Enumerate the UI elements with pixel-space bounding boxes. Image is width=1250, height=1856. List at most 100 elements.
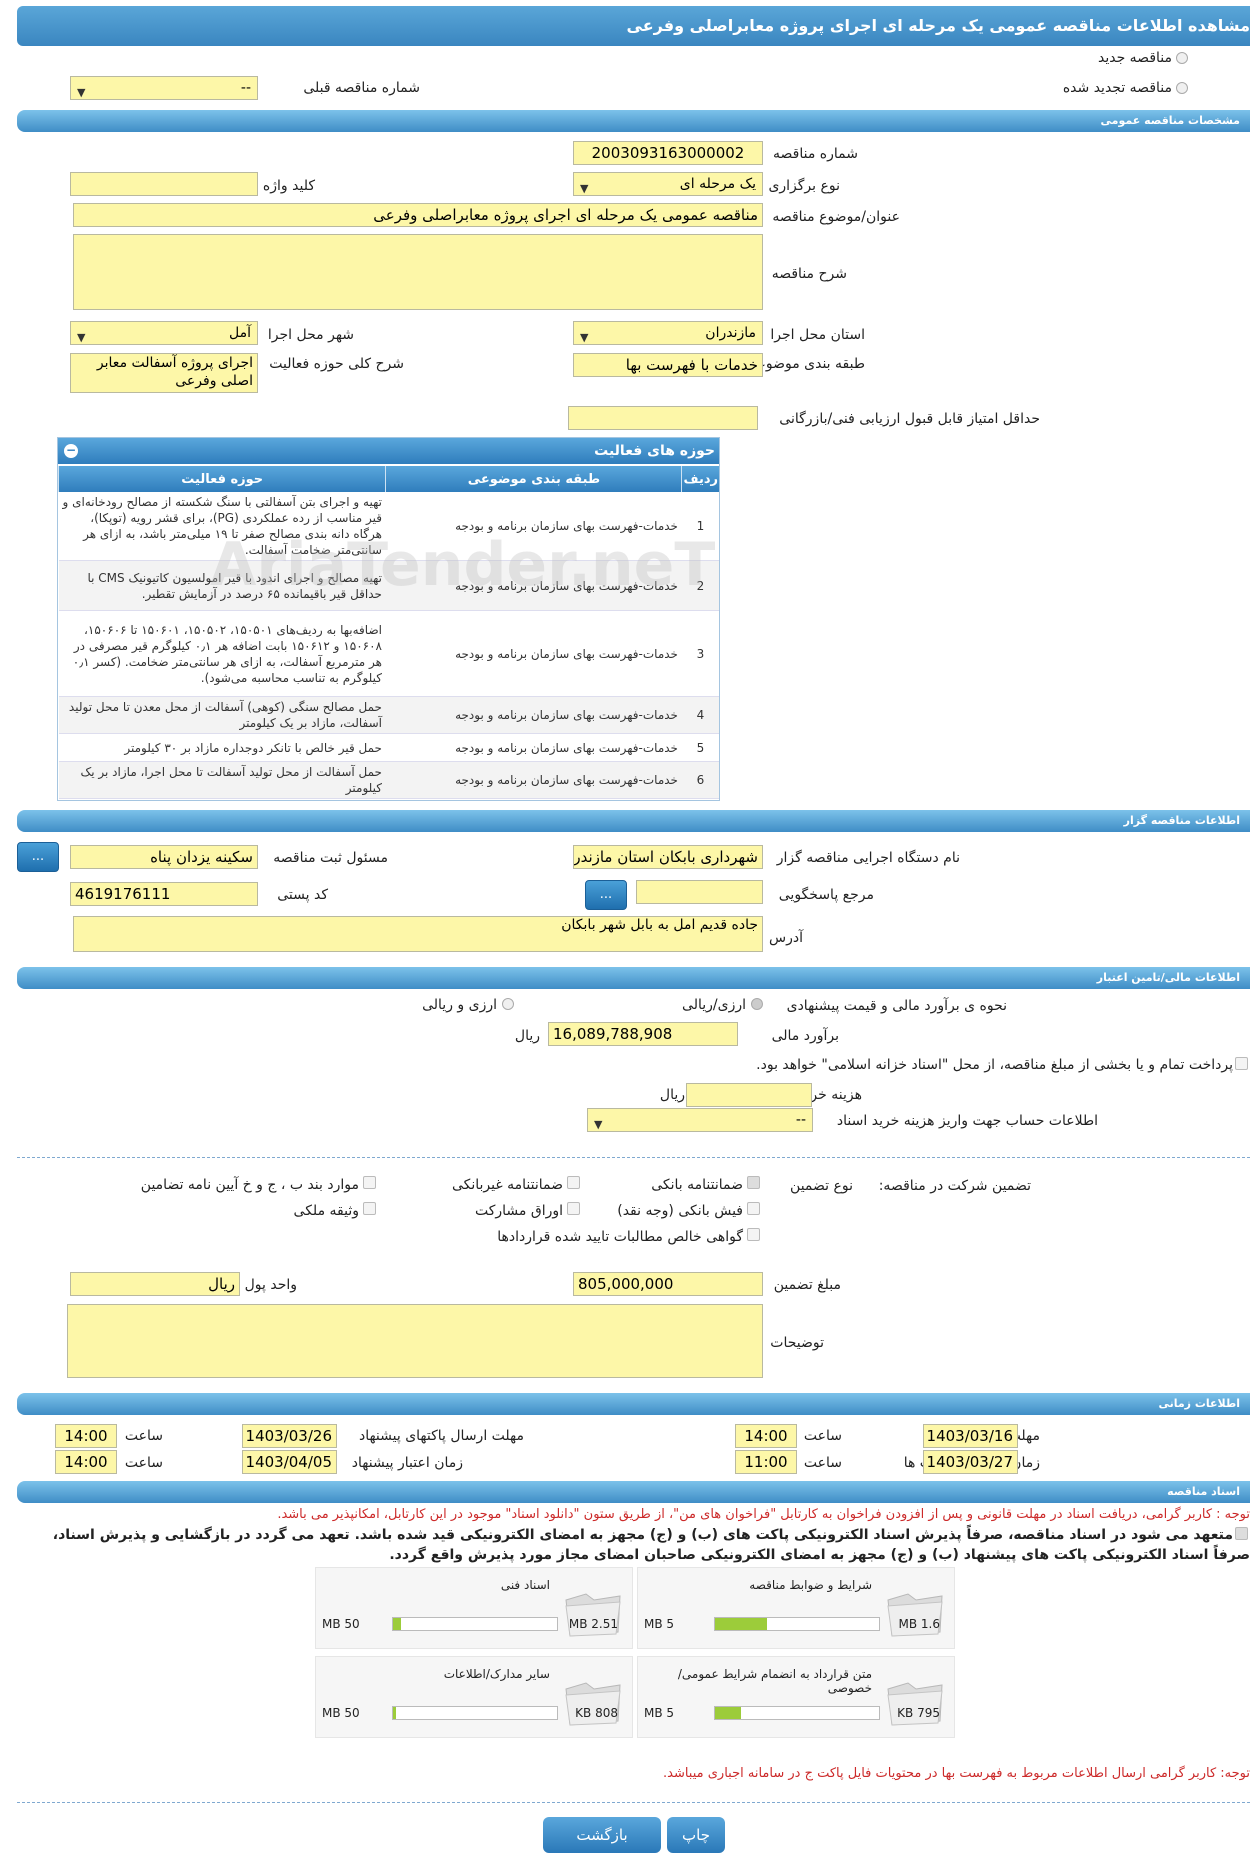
divider — [17, 1157, 1250, 1158]
min-score-field — [568, 406, 758, 430]
file-size: 1.6 MB — [898, 1617, 940, 1631]
account-label: اطلاعات حساب جهت واریز هزینه خرید اسناد — [836, 1113, 1098, 1129]
table-row: 4 خدمات-فهرست بهای سازمان برنامه و بودجه… — [58, 696, 719, 734]
treasury-checkbox[interactable] — [1235, 1057, 1248, 1070]
print-button[interactable]: چاپ — [667, 1817, 725, 1853]
collapse-icon[interactable]: − — [64, 444, 78, 458]
chevron-down-icon: ▼ — [580, 182, 589, 195]
notes-label: توضیحات — [770, 1335, 824, 1351]
file-size: 2.51 MB — [568, 1617, 618, 1631]
file-progress-bar — [714, 1706, 880, 1720]
table-row: 3 خدمات-فهرست بهای سازمان برنامه و بودجه… — [58, 610, 719, 697]
file-max: 5 MB — [644, 1617, 675, 1631]
file-box[interactable]: اسناد فنی 2.51 MB 50 MB — [315, 1567, 633, 1649]
table-row: 6 خدمات-فهرست بهای سازمان برنامه و بودجه… — [58, 761, 719, 799]
file-progress-fill — [393, 1707, 396, 1719]
chevron-down-icon: ▼ — [77, 331, 86, 344]
guarantee-label: تضمین شرکت در مناقصه: — [878, 1178, 1031, 1194]
table-row: 5 خدمات-فهرست بهای سازمان برنامه و بودجه… — [58, 733, 719, 762]
city-select[interactable]: آمل ▼ — [70, 321, 258, 345]
back-button[interactable]: بازگشت — [543, 1817, 661, 1853]
estimate-label: برآورد مالی — [771, 1028, 839, 1044]
type-label: نوع برگزاری — [768, 178, 840, 194]
reference-field — [636, 880, 763, 904]
chevron-down-icon: ▼ — [580, 331, 589, 344]
valid-time-field: 14:00 — [55, 1450, 117, 1474]
type-select[interactable]: یک مرحله ای ▼ — [573, 172, 763, 196]
file-size: 795 KB — [897, 1706, 940, 1720]
opt-clauses-checkbox[interactable] — [363, 1176, 376, 1189]
opt-both-radio[interactable] — [502, 998, 514, 1010]
registrar-lookup-button[interactable]: ... — [17, 842, 59, 872]
file-box[interactable]: متن قرارداد به انضمام شرایط عمومی/خصوصی … — [637, 1656, 955, 1738]
opt-bank-guarantee-checkbox[interactable] — [747, 1176, 760, 1189]
renewed-tender-radio[interactable] — [1176, 82, 1188, 94]
file-size: 808 KB — [575, 1706, 618, 1720]
address-label: آدرس — [769, 930, 803, 946]
file-title: اسناد فنی — [500, 1578, 550, 1592]
subject-label: عنوان/موضوع مناقصه — [772, 209, 900, 225]
tender-number-field: 2003093163000002 — [573, 141, 763, 165]
submit-label: مهلت ارسال پاکتهای پیشنهاد — [358, 1428, 524, 1444]
activities-panel-header: حوزه های فعالیت − — [58, 438, 719, 464]
page-title: مشاهده اطلاعات مناقصه عمومی یک مرحله ای … — [17, 6, 1250, 46]
keyword-field[interactable] — [70, 172, 258, 196]
file-progress-fill — [715, 1618, 767, 1630]
opt-bonds-checkbox[interactable] — [567, 1202, 580, 1215]
valid-label: زمان اعتبار پیشنهاد — [351, 1455, 463, 1471]
opt-rial-radio[interactable] — [751, 998, 763, 1010]
valid-date-field: 1403/04/05 — [242, 1450, 337, 1474]
chevron-down-icon: ▼ — [594, 1118, 603, 1131]
opt-nonbank-guarantee-checkbox[interactable] — [567, 1176, 580, 1189]
doc-fee-field — [686, 1083, 812, 1107]
guarantee-type-label: نوع تضمین — [790, 1178, 853, 1194]
province-select[interactable]: مازندران ▼ — [573, 321, 763, 345]
account-select[interactable]: -- ▼ — [587, 1108, 813, 1132]
previous-tender-select[interactable]: -- ▼ — [70, 76, 258, 100]
opt-claims-checkbox[interactable] — [747, 1228, 760, 1241]
opt-both-label: ارزی و ریالی — [422, 997, 497, 1013]
address-textarea[interactable]: جاده قدیم امل به بابل شهر بابکان — [73, 916, 763, 952]
col-header-activity: حوزه فعالیت — [57, 466, 386, 492]
section-organizer: اطلاعات مناقصه گزار — [17, 810, 1250, 832]
agency-label: نام دستگاه اجرایی مناقصه گزار — [776, 850, 960, 866]
opt-bank-guarantee-label: ضمانتنامه بانکی — [651, 1177, 743, 1193]
activity-desc-textarea[interactable]: اجرای پروژه آسفالت معابر اصلی وفرعی — [70, 353, 258, 393]
renewed-tender-label: مناقصه تجدید شده — [1062, 80, 1172, 96]
file-progress-bar — [392, 1617, 558, 1631]
opt-cash-checkbox[interactable] — [747, 1202, 760, 1215]
activities-panel: حوزه های فعالیت − ردیف طبقه بندی موضوعی … — [57, 437, 720, 801]
estimate-method-label: نحوه ی برآورد مالی و قیمت پیشنهادی — [786, 998, 1007, 1014]
file-max: 50 MB — [322, 1617, 360, 1631]
valid-time-label: ساعت — [124, 1455, 163, 1471]
category-label: طبقه بندی موضوعی — [745, 356, 865, 372]
commitment-checkbox[interactable] — [1235, 1527, 1248, 1540]
description-textarea[interactable] — [73, 234, 763, 310]
opt-property-checkbox[interactable] — [363, 1202, 376, 1215]
new-tender-radio[interactable] — [1176, 52, 1188, 64]
open-time-label: ساعت — [803, 1455, 842, 1471]
agency-field: شهرداری بابکان استان مازندران — [573, 845, 763, 869]
opt-bonds-label: اوراق مشارکت — [474, 1203, 563, 1219]
section-general: مشخصات مناقصه عمومی — [17, 110, 1250, 132]
category-field: خدمات با فهرست بها — [573, 353, 763, 377]
opt-claims-label: گواهی خالص مطالبات تایید شده قراردادها — [497, 1229, 743, 1245]
notes-textarea[interactable] — [67, 1304, 763, 1378]
file-box[interactable]: سایر مدارک/اطلاعات 808 KB 50 MB — [315, 1656, 633, 1738]
file-progress-fill — [715, 1707, 741, 1719]
subject-field: مناقصه عمومی یک مرحله ای اجرای پروژه معا… — [73, 203, 763, 227]
opt-rial-label: ارزی/ریالی — [682, 997, 746, 1013]
reference-label: مرجع پاسخگویی — [778, 887, 874, 903]
tender-number-label: شماره مناقصه — [773, 146, 858, 162]
reference-lookup-button[interactable]: ... — [585, 880, 627, 910]
description-label: شرح مناقصه — [771, 266, 847, 282]
file-progress-bar — [392, 1706, 558, 1720]
submit-date-field: 1403/03/26 — [242, 1424, 337, 1448]
file-title: شرایط و ضوابط مناقصه — [749, 1578, 872, 1592]
file-box[interactable]: شرایط و ضوابط مناقصه 1.6 MB 5 MB — [637, 1567, 955, 1649]
file-progress-fill — [393, 1618, 401, 1630]
keyword-label: کلید واژه — [262, 178, 315, 194]
min-score-label: حداقل امتیاز قابل قبول ارزیابی فنی/بازرگ… — [779, 411, 1040, 427]
registrar-label: مسئول ثبت مناقصه — [273, 850, 388, 866]
section-timing: اطلاعات زمانی — [17, 1393, 1250, 1415]
